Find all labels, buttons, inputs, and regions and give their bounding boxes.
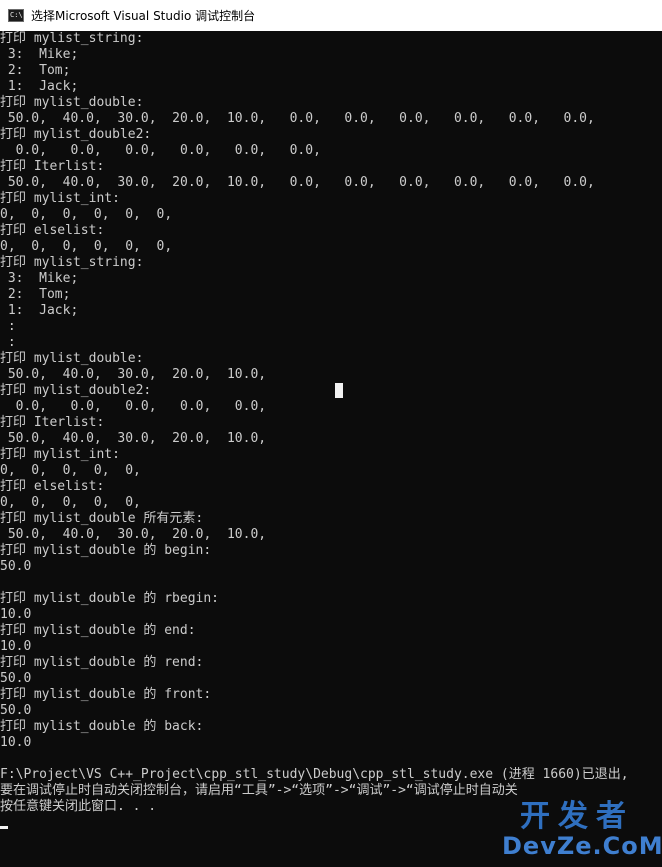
watermark-cn: 开发者 <box>520 799 634 834</box>
console-line: 0, 0, 0, 0, 0, <box>0 495 141 510</box>
console-output[interactable]: 打印 mylist_string: 3: Mike; 2: Tom; 1: Ja… <box>0 31 662 867</box>
console-line: 打印 mylist_double 的 rbegin: <box>0 591 220 606</box>
console-line: 50.0 <box>0 559 32 574</box>
console-line: 2: Tom; <box>0 287 71 302</box>
console-line: 50.0, 40.0, 30.0, 20.0, 10.0, <box>0 367 267 382</box>
console-line: 打印 mylist_double: <box>0 351 144 366</box>
console-line: 0.0, 0.0, 0.0, 0.0, 0.0, <box>0 399 267 414</box>
console-app-icon: C:\ <box>8 9 24 22</box>
console-line: 打印 mylist_double2: <box>0 383 152 398</box>
console-cursor <box>0 826 8 829</box>
watermark-en: DevZe.CoM <box>502 832 662 860</box>
console-line: 3: Mike; <box>0 47 79 62</box>
console-line: 要在调试停止时自动关闭控制台，请启用“工具”->“选项”->“调试”->“调试停… <box>0 783 518 798</box>
console-line: 打印 mylist_double 的 rend: <box>0 655 204 670</box>
console-line: 50.0, 40.0, 30.0, 20.0, 10.0, 0.0, 0.0, … <box>0 111 595 126</box>
console-line: 0, 0, 0, 0, 0, 0, <box>0 207 173 222</box>
console-line: 50.0, 40.0, 30.0, 20.0, 10.0, 0.0, 0.0, … <box>0 175 595 190</box>
console-line: 0, 0, 0, 0, 0, 0, <box>0 239 173 254</box>
console-line: 打印 mylist_double 的 end: <box>0 623 196 638</box>
window-titlebar[interactable]: C:\ 选择Microsoft Visual Studio 调试控制台 <box>0 0 662 31</box>
console-line: 打印 mylist_double 的 back: <box>0 719 204 734</box>
console-line: 50.0 <box>0 671 32 686</box>
console-line: 3: Mike; <box>0 271 79 286</box>
console-line: 打印 mylist_double 所有元素: <box>0 511 204 526</box>
console-line: 50.0 <box>0 703 32 718</box>
console-line: 0.0, 0.0, 0.0, 0.0, 0.0, 0.0, <box>0 143 321 158</box>
console-line: 10.0 <box>0 639 32 654</box>
console-line: 打印 mylist_string: <box>0 31 144 46</box>
console-line: 50.0, 40.0, 30.0, 20.0, 10.0, <box>0 527 267 542</box>
console-line: : <box>0 319 16 334</box>
watermark-logo: 开发者 DevZe.CoM <box>502 799 662 860</box>
console-line: 10.0 <box>0 735 32 750</box>
console-line: 打印 mylist_int: <box>0 191 120 206</box>
console-line: 打印 Iterlist: <box>0 159 105 174</box>
console-line: 2: Tom; <box>0 63 71 78</box>
console-line: 1: Jack; <box>0 79 79 94</box>
console-line: F:\Project\VS C++_Project\cpp_stl_study\… <box>0 767 629 782</box>
console-line: 0, 0, 0, 0, 0, <box>0 463 141 478</box>
console-line: 50.0, 40.0, 30.0, 20.0, 10.0, <box>0 431 267 446</box>
console-line: 打印 mylist_double: <box>0 95 144 110</box>
console-line: 打印 elselist: <box>0 223 105 238</box>
console-line: 打印 elselist: <box>0 479 105 494</box>
console-line: 打印 Iterlist: <box>0 415 105 430</box>
console-line: 打印 mylist_string: <box>0 255 144 270</box>
console-line: 10.0 <box>0 607 32 622</box>
console-line: : <box>0 335 16 350</box>
window-title: 选择Microsoft Visual Studio 调试控制台 <box>31 9 256 23</box>
console-line: 打印 mylist_int: <box>0 447 120 462</box>
console-line: 打印 mylist_double 的 begin: <box>0 543 212 558</box>
console-line: 1: Jack; <box>0 303 79 318</box>
console-line: 打印 mylist_double 的 front: <box>0 687 212 702</box>
console-line: 打印 mylist_double2: <box>0 127 152 142</box>
text-caret <box>335 383 343 398</box>
